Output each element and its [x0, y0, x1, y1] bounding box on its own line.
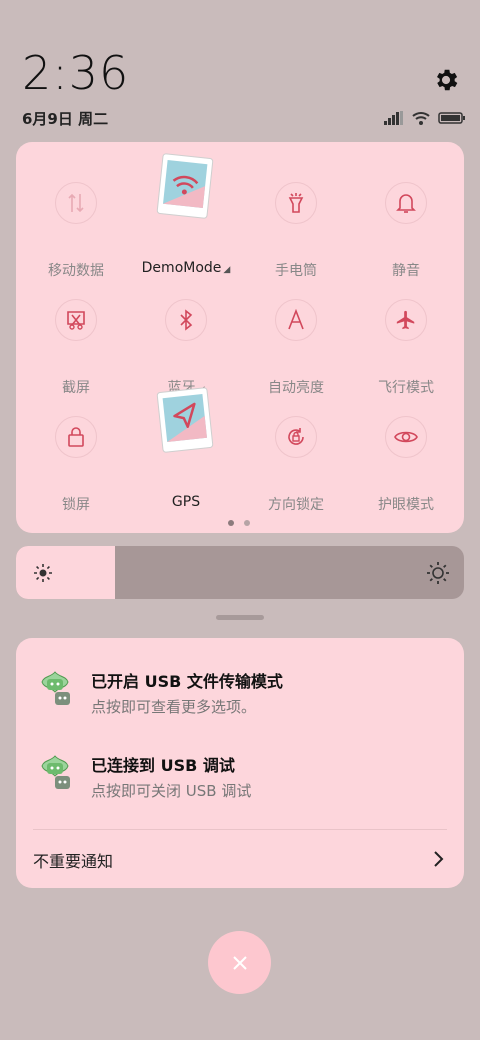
tile-gps[interactable]: GPS [131, 387, 241, 510]
bell-icon [385, 182, 427, 224]
page-indicator [228, 520, 250, 526]
tile-screenshot[interactable]: 截屏 [21, 279, 131, 396]
drag-handle[interactable] [216, 615, 264, 620]
lock-icon [55, 416, 97, 458]
wifi-status-icon [412, 112, 430, 125]
tile-auto-brightness[interactable]: 自动亮度 [241, 279, 351, 396]
tile-eye-care[interactable]: 护眼模式 [351, 396, 461, 513]
tile-label: GPS [171, 494, 201, 510]
status-bar-icons [384, 110, 466, 126]
tile-label: 自动亮度 [268, 380, 324, 396]
tile-lock-screen[interactable]: 锁屏 [21, 396, 131, 513]
brightness-high-icon [426, 561, 450, 589]
tile-label: 锁屏 [62, 497, 90, 513]
expand-caret-icon: ◢ [223, 265, 231, 275]
tile-mobile-data[interactable]: 移动数据 [21, 162, 131, 279]
eye-icon [385, 416, 427, 458]
signal-icon [384, 111, 403, 125]
rotation-lock-icon [275, 416, 317, 458]
tile-rotation-lock[interactable]: 方向锁定 [241, 396, 351, 513]
close-icon [232, 955, 247, 970]
gear-icon[interactable] [432, 66, 460, 94]
divider [33, 829, 447, 830]
notification-subtitle: 点按即可关闭 USB 调试 [91, 782, 252, 800]
tile-label: 静音 [392, 263, 420, 279]
android-usb-icon [38, 670, 72, 708]
tile-label: 方向锁定 [268, 497, 324, 513]
airplane-icon [385, 299, 427, 341]
date-label: 6月9日 周二 [22, 110, 109, 128]
auto-brightness-icon [275, 299, 317, 341]
tile-airplane-mode[interactable]: 飞行模式 [351, 279, 461, 396]
notifications-panel: 已开启 USB 文件传输模式 点按即可查看更多选项。 已连接到 USB 调试 点… [16, 638, 464, 888]
brightness-low-icon [33, 563, 53, 587]
notification-usb-debugging[interactable]: 已连接到 USB 调试 点按即可关闭 USB 调试 [16, 752, 464, 812]
location-arrow-icon [152, 384, 218, 456]
flashlight-icon [275, 182, 317, 224]
notification-subtitle: 点按即可查看更多选项。 [91, 698, 257, 716]
clock-time: 2:36 [22, 46, 130, 100]
android-usb-icon [38, 754, 72, 792]
chevron-right-icon[interactable] [432, 850, 444, 872]
page-dot[interactable] [244, 520, 250, 526]
quick-settings-panel: 移动数据 DemoMode ◢ 手电筒 静音 截屏 蓝牙 自动亮度 飞行模式 锁… [16, 142, 464, 533]
bluetooth-icon [165, 299, 207, 341]
unimportant-notifications-link[interactable]: 不重要通知 [33, 848, 113, 872]
notification-usb-transfer[interactable]: 已开启 USB 文件传输模式 点按即可查看更多选项。 [16, 668, 464, 728]
notification-title: 已开启 USB 文件传输模式 [91, 672, 283, 691]
tile-label: 移动数据 [48, 263, 104, 279]
tile-label: 截屏 [62, 380, 90, 396]
mobile-data-icon [55, 182, 97, 224]
brightness-slider[interactable] [16, 546, 464, 599]
tile-label: DemoMode ◢ [141, 260, 231, 276]
notification-title: 已连接到 USB 调试 [91, 756, 235, 775]
tile-bluetooth[interactable]: 蓝牙◢ [131, 279, 241, 396]
tile-flashlight[interactable]: 手电筒 [241, 162, 351, 279]
tile-label: 手电筒 [275, 263, 317, 279]
wifi-icon [152, 150, 218, 222]
battery-icon [438, 112, 465, 124]
tile-label: 飞行模式 [378, 380, 434, 396]
page-dot-active[interactable] [228, 520, 234, 526]
tile-silent[interactable]: 静音 [351, 162, 461, 279]
tile-demomode-wifi[interactable]: DemoMode ◢ [131, 153, 241, 276]
brightness-fill [16, 546, 115, 599]
screenshot-icon [55, 299, 97, 341]
clear-all-button[interactable] [208, 931, 271, 994]
tile-label: 护眼模式 [378, 497, 434, 513]
